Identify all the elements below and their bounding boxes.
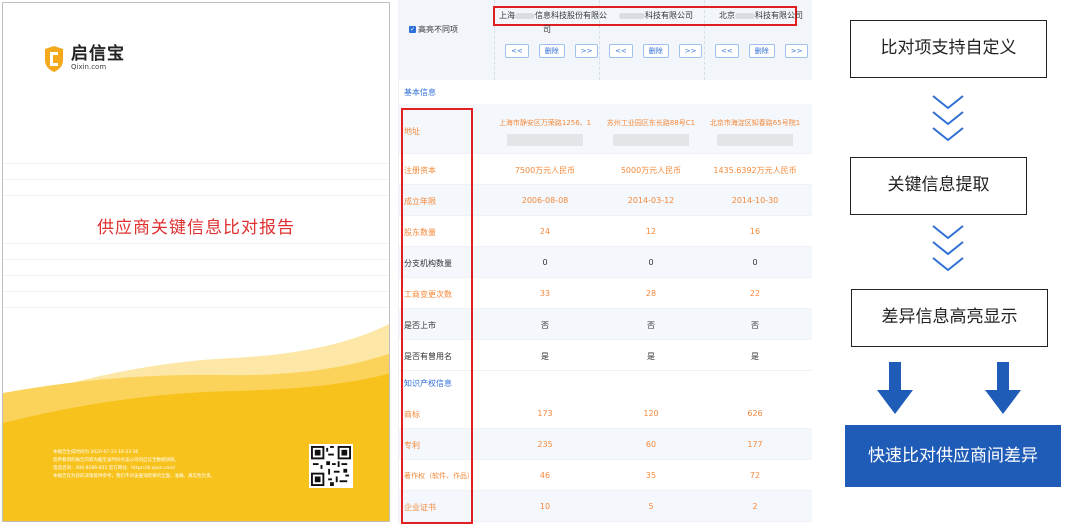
flow-step-highlight: 差异信息高亮显示 [851,289,1048,347]
cell-value: 626 [747,409,763,418]
cell-value: 60 [645,440,657,449]
cell-value: 0 [752,258,758,267]
cell-value: 24 [539,227,551,236]
delete-button[interactable]: 删除 [642,44,669,58]
cell-value: 10 [539,502,551,511]
cell-value: 否 [541,321,549,330]
cell-value: 12 [645,227,657,236]
company-3-controls: << 删除 >> [715,44,809,58]
arrow-down-icon [877,362,913,414]
company-name-3[interactable]: 北京 科技有限公司 [719,10,803,21]
cell-value: 235 [537,440,553,449]
cell-value: 苏州工业园区东长路88号C1 [606,119,696,127]
qixin-logo: 启信宝 Qixin.com [43,45,125,72]
cell-value: 2006-08-08 [521,196,569,205]
cell-value: 5000万元人民币 [620,166,682,175]
screenshot-root: 启信宝 Qixin.com 供应商关键信息比对报告 本报告生成时间为 2020-… [0,0,1080,529]
cell-value: 16 [749,227,761,236]
cell-value: 173 [537,409,553,418]
move-right-button[interactable]: >> [574,44,599,58]
flow-step-customize: 比对项支持自定义 [850,20,1047,78]
cell-value: 是 [751,352,759,361]
cell-value: 否 [647,321,655,330]
company-name-2[interactable]: 科技有限公司 [619,10,693,21]
highlight-diff-checkbox[interactable]: ✓ 高亮不同项 [409,24,458,35]
cell-value: 2014-03-12 [627,196,675,205]
move-left-button[interactable]: << [505,44,529,58]
comparison-header: ✓ 高亮不同项 上海 信息科技股份有限公 司 科技有限公司 北京 科技有限公司 <<… [399,0,812,80]
cell-value: 上海市静安区万荣路1256、1 [498,119,592,127]
cell-value: 46 [539,471,551,480]
note-line: 本报告生成时间为 2020-07-23 16:33:36 [53,450,139,455]
cell-value: 120 [643,409,659,418]
company-name-1-wrap: 司 [543,25,551,34]
cell-value: 2014-10-30 [731,196,779,205]
cell-value: 北京市海淀区知春路65号院1 [709,119,801,127]
labels-highlight-box [401,108,473,524]
comparison-panel: ✓ 高亮不同项 上海 信息科技股份有限公 司 科技有限公司 北京 科技有限公司 <<… [398,0,812,524]
cell-value: 72 [749,471,761,480]
qr-code-icon [309,444,353,488]
checkbox-checked-icon: ✓ [409,26,416,33]
chevron-down-icon [932,225,964,272]
logo-en-text: Qixin.com [71,63,107,71]
cell-value: 7500万元人民币 [514,166,576,175]
company-2-controls: << 删除 >> [609,44,703,58]
cell-value: 22 [749,289,761,298]
report-title: 供应商关键信息比对报告 [97,218,295,238]
delete-button[interactable]: 删除 [748,44,775,58]
section-basic-info: 基本信息 [404,88,436,97]
note-line: 本报告仅为您的决策提供参考，我们不对该查询结果的全面、准确、真实性负责。 [53,474,215,479]
logo-cn-text: 启信宝 [71,44,125,64]
cell-value: 0 [542,258,548,267]
cell-value: 33 [539,289,551,298]
cell-value: 否 [751,321,759,330]
company-name-1[interactable]: 上海 信息科技股份有限公 [499,10,607,21]
report-cover: 启信宝 Qixin.com 供应商关键信息比对报告 本报告生成时间为 2020-… [2,2,390,522]
note-line: 电话咨询：400-8286-855 官方网址：https://b.qixin.c… [53,466,176,471]
cover-wave-graphic [3,323,389,521]
cell-value: 是 [541,352,549,361]
cell-value: 28 [645,289,657,298]
move-right-button[interactable]: >> [678,44,703,58]
flow-result-box: 快速比对供应商间差异 [845,425,1061,487]
company-1-controls: << 删除 >> [505,44,599,58]
report-notes: 本报告生成时间为 2020-07-23 16:33:36 您所看到的报告内容为截… [53,449,293,481]
chevron-down-icon [932,95,964,142]
arrow-down-icon [985,362,1021,414]
cell-value: 1435.6392万元人民币 [713,166,797,175]
cell-value: 5 [648,502,654,511]
note-line: 您所看到的报告内容为截至该时间点该公司的启信宝数据快照。 [53,458,179,463]
cell-value: 是 [647,352,655,361]
delete-button[interactable]: 删除 [538,44,565,58]
move-left-button[interactable]: << [609,44,633,58]
highlight-diff-label: 高亮不同项 [418,25,458,34]
cell-value: 35 [645,471,657,480]
move-right-button[interactable]: >> [784,44,809,58]
move-left-button[interactable]: << [715,44,739,58]
cell-value: 0 [648,258,654,267]
cell-value: 2 [752,502,758,511]
cell-value: 177 [747,440,763,449]
qixin-shield-icon [45,45,63,72]
flow-step-extract: 关键信息提取 [850,157,1027,215]
